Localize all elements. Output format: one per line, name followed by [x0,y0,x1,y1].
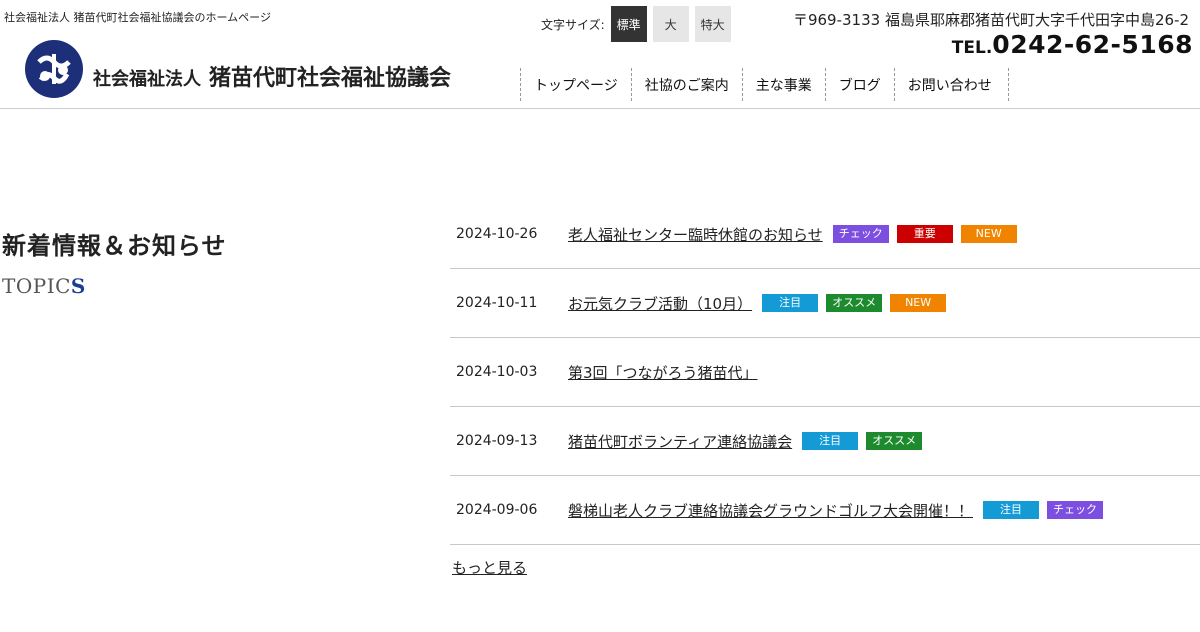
news-title-link[interactable]: 猪苗代町ボランティア連絡協議会 [568,431,792,452]
tel-number: 0242-62-5168 [992,30,1193,59]
tag-badge: NEW [960,225,1017,243]
logo-icon[interactable] [25,40,83,98]
news-row: 2024-09-06 磐梯山老人クラブ連絡協議会グラウンドゴルフ大会開催！！ 注目チ… [450,476,1200,545]
site-tagline: 社会福祉法人 猪苗代町社会福祉協議会のホームページ [4,11,271,24]
tag-badge: NEW [890,294,947,312]
tag-badge: 重要 [896,225,953,243]
news-title-link[interactable]: 第3回「つながろう猪苗代」 [568,362,758,383]
nav-item-about[interactable]: 社協のご案内 [630,68,742,101]
nav-item-contact[interactable]: お問い合わせ [893,68,1009,101]
more-link[interactable]: もっと見る [452,557,527,578]
news-title-link[interactable]: お元気クラブ活動（10月） [568,293,752,314]
font-size-large-button[interactable]: 大 [652,6,689,42]
news-row: 2024-09-13 猪苗代町ボランティア連絡協議会 注目 オススメ [450,407,1200,476]
news-row: 2024-10-03 第3回「つながろう猪苗代」 [450,338,1200,407]
tag-badge: チェック [832,225,889,243]
nav-item-blog[interactable]: ブログ [824,68,894,101]
news-date: 2024-09-13 [456,433,538,449]
topics-title: 新着情報＆お知らせ [2,232,227,260]
news-row: 2024-10-11 お元気クラブ活動（10月） 注目 オススメ NEW [450,269,1200,338]
news-title-link[interactable]: 磐梯山老人クラブ連絡協議会グラウンドゴルフ大会開催！！ [568,500,973,521]
tag-badge: オススメ [866,432,923,450]
header-divider [0,108,1200,109]
tag-badge: チェック [1047,501,1104,519]
main-nav: トップページ 社協のご案内 主な事業 ブログ お問い合わせ [520,68,1009,101]
font-size-label: 文字サイズ: [541,17,605,32]
org-prefix: 社会福祉法人 [93,69,201,90]
org-title: 猪苗代町社会福祉協議会 [209,66,452,91]
font-size-standard-button[interactable]: 標準 [610,6,647,42]
news-date: 2024-09-06 [456,502,538,518]
nav-item-services[interactable]: 主な事業 [741,68,825,101]
nav-item-top[interactable]: トップページ [520,68,631,101]
tel-label: TEL. [951,38,993,58]
news-list: 2024-10-26 老人福祉センター臨時休館のお知らせ チェック 重要 NEW 2024… [450,200,1200,545]
news-date: 2024-10-26 [456,226,538,242]
tel[interactable]: TEL.0242-62-5168 [952,30,1193,59]
topics-subtitle-main: TOPIC [2,274,71,298]
tag-badge: オススメ [826,294,883,312]
tag-badge: 注目 [762,294,819,312]
news-title-link[interactable]: 老人福祉センター臨時休館のお知らせ [568,224,823,245]
address: 〒969-3133 福島県耶麻郡猪苗代町大字千代田字中島26-2 [792,11,1189,29]
news-row: 2024-10-26 老人福祉センター臨時休館のお知らせ チェック 重要 NEW [450,200,1200,269]
tag-badge: 注目 [983,501,1040,519]
topics-subtitle-accent: S [70,274,86,298]
font-size-switcher: 文字サイズ: 標準 大 特大 [541,6,737,42]
news-date: 2024-10-11 [456,295,538,311]
tag-badge: 注目 [802,432,859,450]
org-name[interactable]: 社会福祉法人 猪苗代町社会福祉協議会 [93,60,451,92]
font-size-xlarge-button[interactable]: 特大 [694,6,731,42]
news-date: 2024-10-03 [456,364,538,380]
topics-subtitle: TOPICS [2,274,86,298]
